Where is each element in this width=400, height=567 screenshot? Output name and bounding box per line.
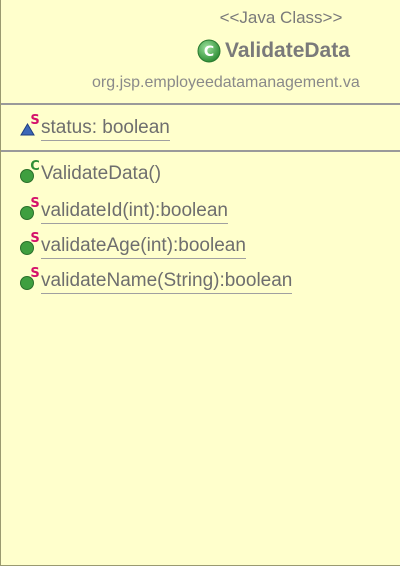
class-header: <<Java Class>> C ValidateData org.jsp.em… — [1, 0, 400, 104]
svg-text:S: S — [30, 231, 39, 246]
operation-text: validateName(String):boolean — [41, 270, 293, 294]
class-name: ValidateData — [225, 39, 350, 62]
operation-text: ValidateData() — [41, 163, 162, 184]
class-package: org.jsp.employeedatamanagement.va — [92, 74, 360, 91]
public-static-method-icon: S — [20, 266, 40, 290]
attribute-row[interactable]: S status: boolean — [19, 112, 170, 141]
class-stereotype: <<Java Class>> — [219, 8, 343, 27]
svg-text:S: S — [30, 266, 39, 281]
operation-row[interactable]: S validateName(String):boolean — [19, 265, 293, 294]
class-name-row[interactable]: C ValidateData — [197, 38, 350, 64]
private-static-field-icon: S — [20, 113, 40, 136]
uml-class-box[interactable]: <<Java Class>> C ValidateData org.jsp.em… — [0, 0, 400, 566]
svg-text:C: C — [204, 44, 214, 60]
operation-row[interactable]: S validateId(int):boolean — [19, 195, 228, 224]
class-c-icon: C — [197, 39, 221, 63]
public-static-method-icon: S — [20, 196, 40, 220]
public-constructor-icon: C — [20, 159, 40, 183]
svg-text:S: S — [30, 113, 39, 128]
public-static-method-icon: S — [20, 231, 40, 255]
attribute-text: status: boolean — [41, 117, 170, 141]
operation-text: validateId(int):boolean — [41, 200, 228, 224]
operation-row[interactable]: S validateAge(int):boolean — [19, 230, 246, 259]
header-divider — [1, 103, 400, 105]
svg-text:C: C — [30, 159, 40, 174]
attributes-divider — [1, 150, 400, 152]
operation-row[interactable]: C ValidateData() — [19, 158, 161, 186]
operation-text: validateAge(int):boolean — [41, 235, 246, 259]
svg-text:S: S — [30, 196, 39, 211]
